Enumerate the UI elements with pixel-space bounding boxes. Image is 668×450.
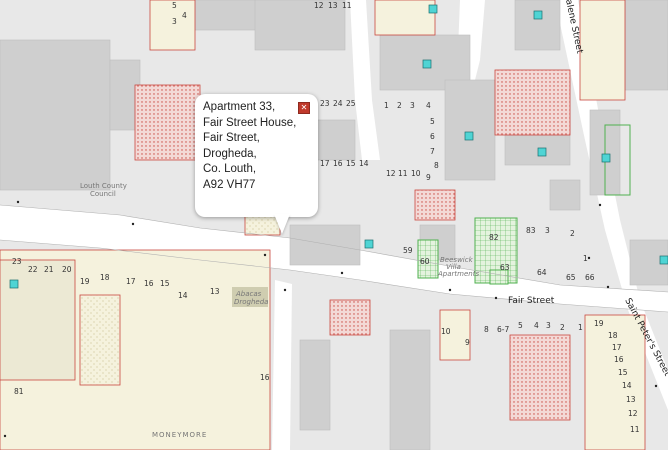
- house-number: 1: [384, 101, 389, 110]
- place-louth-council-2: Council: [90, 190, 116, 198]
- house-number: 11: [630, 425, 640, 434]
- house-number: 3: [172, 17, 177, 26]
- house-number: 16: [333, 159, 343, 168]
- house-number: 3: [410, 101, 415, 110]
- house-number: 60: [420, 257, 430, 266]
- house-number: 13: [210, 287, 220, 296]
- house-number: 14: [359, 159, 369, 168]
- house-number: 16: [144, 279, 154, 288]
- house-number: 1: [578, 323, 583, 332]
- house-number: 81: [14, 387, 24, 396]
- house-number: 5: [430, 117, 435, 126]
- house-number: 8: [434, 161, 439, 170]
- address-line-2: Fair Street House,: [203, 116, 297, 129]
- house-number: 19: [594, 319, 604, 328]
- house-number: 25: [346, 99, 356, 108]
- house-number: 19: [80, 277, 90, 286]
- house-number: 20: [62, 265, 72, 274]
- house-number: 5: [172, 1, 177, 10]
- house-number: 83: [526, 226, 536, 235]
- house-number: 16: [614, 355, 624, 364]
- house-number: 2: [570, 229, 575, 238]
- house-number: 13: [328, 1, 338, 10]
- house-number: 15: [618, 368, 628, 377]
- house-number: 3: [545, 226, 550, 235]
- address-line-1: Apartment 33,: [203, 101, 276, 113]
- address-line-4: Drogheda,: [203, 147, 257, 160]
- popup-pointer: [274, 214, 290, 234]
- house-number: 16: [260, 373, 270, 382]
- house-number: 22: [28, 265, 38, 274]
- house-number: 8: [484, 325, 489, 334]
- address-popup: Apartment 33, Fair Street House, Fair St…: [195, 94, 318, 217]
- place-moneymore: MONEYMORE: [152, 431, 207, 439]
- house-number: 11: [398, 169, 408, 178]
- house-number: 63: [500, 263, 510, 272]
- close-icon[interactable]: ✕: [298, 102, 310, 114]
- house-number: 10: [411, 169, 421, 178]
- house-number: 4: [426, 101, 431, 110]
- house-number: 82: [489, 233, 499, 242]
- house-number: 10: [441, 327, 451, 336]
- house-number: 21: [44, 265, 54, 274]
- house-number: 7: [430, 147, 435, 156]
- house-number: 17: [320, 159, 330, 168]
- house-number: 12: [386, 169, 396, 178]
- house-number: 14: [178, 291, 188, 300]
- house-number: 11: [342, 1, 352, 10]
- place-abacas-2: Drogheda: [234, 298, 268, 306]
- house-number: 6: [430, 132, 435, 141]
- house-number: 15: [346, 159, 356, 168]
- house-number: 59: [403, 246, 413, 255]
- house-number: 9: [426, 173, 431, 182]
- house-number: 66: [585, 273, 595, 282]
- house-number: 6-7: [497, 325, 509, 334]
- house-number: 23: [320, 99, 330, 108]
- house-number: 13: [626, 395, 636, 404]
- house-number: 5: [518, 321, 523, 330]
- house-number: 4: [182, 11, 187, 20]
- house-number: 1: [583, 254, 588, 263]
- place-abacas-1: Abacas: [235, 290, 262, 298]
- address-line-6: A92 VH77: [203, 178, 256, 191]
- house-number: 18: [100, 273, 110, 282]
- house-number: 4: [534, 321, 539, 330]
- house-number: 14: [622, 381, 632, 390]
- house-number: 9: [465, 338, 470, 347]
- house-number: 17: [612, 343, 622, 352]
- house-number: 12: [628, 409, 638, 418]
- house-number: 18: [608, 331, 618, 340]
- house-number: 15: [160, 279, 170, 288]
- house-number: 17: [126, 277, 136, 286]
- house-number: 24: [333, 99, 343, 108]
- house-number: 23: [12, 257, 22, 266]
- street-fair-street: Fair Street: [508, 296, 555, 306]
- house-number: 12: [314, 1, 324, 10]
- place-beeswick-3: Apartments: [437, 270, 479, 278]
- house-number: 65: [566, 273, 576, 282]
- house-number: 2: [397, 101, 402, 110]
- house-number: 2: [560, 323, 565, 332]
- address-line-5: Co. Louth,: [203, 163, 257, 175]
- address-line-3: Fair Street,: [203, 132, 260, 144]
- map-canvas[interactable]: Fair Street Saint Peter's Street alene S…: [0, 0, 668, 450]
- house-number: 64: [537, 268, 547, 277]
- house-number: 3: [546, 321, 551, 330]
- place-louth-council-1: Louth County: [80, 182, 127, 190]
